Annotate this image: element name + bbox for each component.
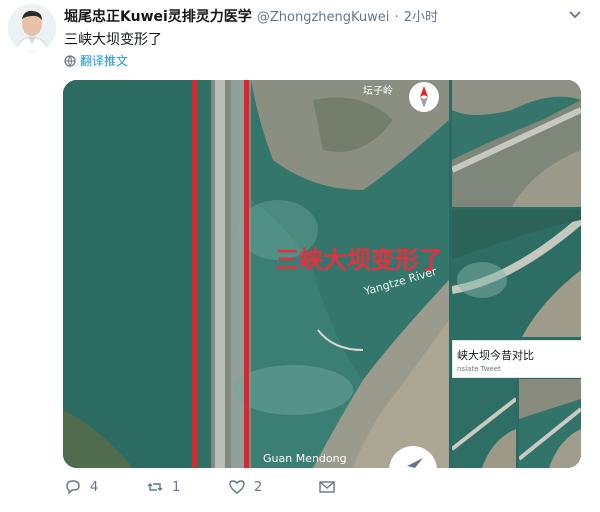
thumbnail-3[interactable]	[452, 379, 516, 468]
top-place-label: 坛子岭	[363, 86, 393, 97]
share-button[interactable]	[318, 478, 336, 496]
tweet-header: 堀尾忠正Kuwei灵排灵力医学 @ZhongzhengKuwei · 2小时	[64, 6, 588, 26]
author-name[interactable]: 堀尾忠正Kuwei灵排灵力医学	[64, 9, 252, 25]
avatar[interactable]	[8, 4, 56, 52]
red-marker-line	[192, 80, 197, 468]
inset-caption-box: 峡大坝今昔对比 nslate Tweet	[452, 340, 581, 378]
tweet-timestamp[interactable]: 2小时	[404, 10, 438, 25]
thumbnail-image	[452, 379, 516, 468]
translate-link[interactable]: 翻译推文	[64, 52, 128, 69]
like-button[interactable]: 2	[228, 478, 318, 496]
retweet-count: 1	[172, 479, 181, 495]
thumbnail-4[interactable]	[519, 379, 581, 468]
reply-icon	[66, 480, 80, 495]
compass-icon[interactable]	[407, 80, 441, 114]
thumbnail-1[interactable]	[452, 80, 581, 207]
bottom-place-label: Guan Mendong	[263, 452, 347, 465]
tweet-text: 三峡大坝变形了	[64, 32, 162, 48]
like-icon	[229, 480, 245, 494]
tweet-actions: 4 1 2	[64, 478, 336, 496]
inset-caption: 峡大坝今昔对比	[457, 349, 534, 362]
navigate-icon[interactable]	[389, 446, 437, 468]
globe-icon	[64, 54, 76, 67]
thumbnail-image	[519, 379, 581, 468]
retweet-icon	[147, 483, 163, 491]
chevron-down-icon[interactable]	[568, 8, 582, 22]
author-handle[interactable]: @ZhongzhengKuwei	[257, 10, 390, 25]
translate-label: 翻译推文	[80, 54, 129, 68]
avatar-image	[8, 4, 56, 52]
thumbnail-2[interactable]	[452, 210, 581, 337]
reply-count: 4	[90, 479, 99, 495]
separator-dot: ·	[394, 10, 399, 25]
retweet-button[interactable]: 1	[146, 478, 228, 496]
like-count: 2	[254, 479, 263, 495]
thumbnail-image	[452, 80, 581, 207]
thumbnail-image	[452, 210, 581, 337]
red-marker-line	[244, 80, 249, 468]
share-icon	[319, 481, 335, 493]
inset-subcaption: nslate Tweet	[457, 365, 501, 373]
tweet-media[interactable]: 三峡大坝变形了 Yangtze River Guan Mendong 坛子岭 峡…	[63, 80, 581, 468]
reply-button[interactable]: 4	[64, 478, 146, 496]
